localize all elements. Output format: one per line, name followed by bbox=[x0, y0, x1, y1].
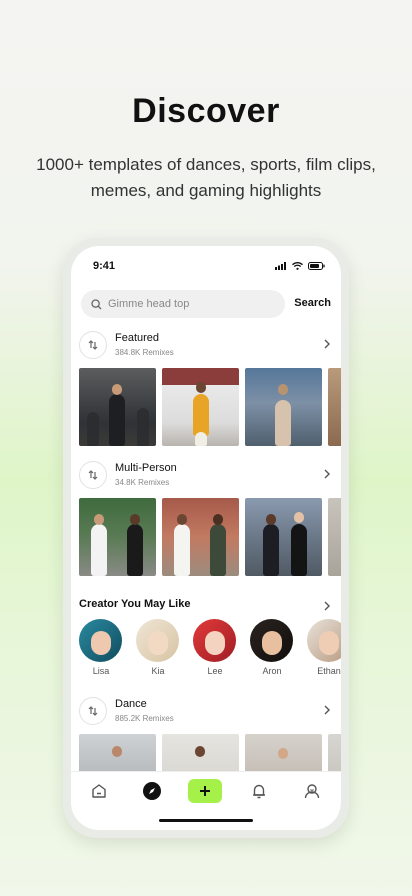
home-indicator bbox=[159, 819, 253, 822]
creator-name: Aron bbox=[262, 666, 282, 676]
section-title: Dance bbox=[115, 698, 147, 710]
creator-name: Kia bbox=[151, 666, 165, 676]
tab-profile[interactable] bbox=[299, 778, 325, 804]
creators-list: Lisa Kia Lee Aron Ethan bbox=[79, 619, 341, 683]
profile-icon bbox=[304, 784, 320, 799]
featured-row bbox=[79, 368, 341, 446]
section-title: Multi-Person bbox=[115, 462, 177, 474]
plus-icon bbox=[200, 786, 210, 796]
template-thumbnail[interactable] bbox=[79, 498, 156, 576]
avatar bbox=[136, 619, 179, 662]
remix-icon bbox=[79, 697, 107, 725]
battery-icon bbox=[308, 262, 325, 270]
tab-discover[interactable] bbox=[139, 778, 165, 804]
remix-icon bbox=[79, 461, 107, 489]
creator-item[interactable]: Kia bbox=[136, 619, 180, 676]
compass-icon bbox=[143, 782, 161, 800]
multi-person-row bbox=[79, 498, 341, 576]
search-icon bbox=[91, 298, 102, 309]
phone-mockup: 9:41 Gimme head top Search Featured 384.… bbox=[63, 238, 349, 838]
tab-create[interactable] bbox=[188, 779, 222, 803]
creator-name: Ethan bbox=[317, 666, 341, 676]
section-subtitle: 885.2K Remixes bbox=[115, 714, 174, 723]
wifi-icon bbox=[292, 262, 303, 270]
creator-item[interactable]: Ethan bbox=[307, 619, 341, 676]
home-icon bbox=[92, 784, 106, 798]
chevron-right-icon[interactable] bbox=[323, 600, 331, 612]
creator-name: Lisa bbox=[92, 666, 110, 676]
creator-name: Lee bbox=[207, 666, 223, 676]
search-field[interactable] bbox=[81, 290, 285, 318]
hero-title: Discover bbox=[132, 92, 280, 130]
template-thumbnail[interactable] bbox=[162, 498, 239, 576]
avatar bbox=[79, 619, 122, 662]
section-header-featured[interactable]: Featured 384.8K Remixes bbox=[79, 330, 333, 362]
hero-subtitle: 1000+ templates of dances, sports, film … bbox=[36, 155, 376, 200]
template-thumbnail[interactable] bbox=[245, 368, 322, 446]
section-title: Featured bbox=[115, 332, 160, 344]
template-thumbnail[interactable] bbox=[328, 368, 341, 446]
phone-screen: 9:41 Gimme head top Search Featured 384.… bbox=[71, 246, 341, 830]
section-header-dance[interactable]: Dance 885.2K Remixes bbox=[79, 696, 333, 728]
section-header-multi-person[interactable]: Multi-Person 34.8K Remixes bbox=[79, 460, 333, 492]
signal-icon bbox=[275, 262, 286, 270]
template-thumbnail[interactable] bbox=[79, 368, 156, 446]
search-row: Search bbox=[81, 290, 331, 318]
chevron-right-icon bbox=[324, 339, 330, 349]
search-button[interactable]: Search bbox=[294, 297, 331, 309]
creators-title: Creator You May Like bbox=[79, 598, 191, 610]
remix-icon bbox=[79, 331, 107, 359]
chevron-right-icon bbox=[324, 469, 330, 479]
template-thumbnail[interactable] bbox=[162, 368, 239, 446]
tab-notifications[interactable] bbox=[246, 778, 272, 804]
chevron-right-icon bbox=[324, 705, 330, 715]
section-subtitle: 384.8K Remixes bbox=[115, 348, 174, 357]
creator-item[interactable]: Lisa bbox=[79, 619, 123, 676]
avatar bbox=[250, 619, 293, 662]
bell-icon bbox=[253, 784, 265, 799]
template-thumbnail[interactable] bbox=[245, 498, 322, 576]
status-time: 9:41 bbox=[93, 260, 116, 272]
search-input[interactable] bbox=[108, 298, 268, 310]
avatar bbox=[307, 619, 341, 662]
tab-home[interactable] bbox=[86, 778, 112, 804]
status-bar: 9:41 bbox=[71, 260, 341, 276]
creator-item[interactable]: Aron bbox=[250, 619, 294, 676]
section-subtitle: 34.8K Remixes bbox=[115, 478, 170, 487]
creator-item[interactable]: Lee bbox=[193, 619, 237, 676]
avatar bbox=[193, 619, 236, 662]
status-icons bbox=[275, 262, 325, 270]
template-thumbnail[interactable] bbox=[328, 498, 341, 576]
